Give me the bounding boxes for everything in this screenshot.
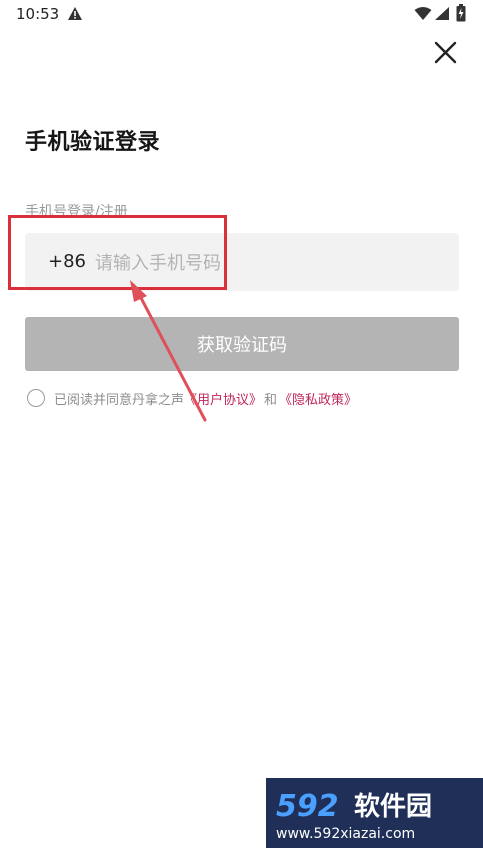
svg-text:软件园: 软件园	[354, 792, 432, 822]
annotation-arrow-icon	[130, 280, 207, 422]
svg-text:592: 592	[276, 789, 339, 824]
svg-text:www.592xiazai.com: www.592xiazai.com	[276, 826, 415, 842]
watermark-logo: 592 软件园 www.592xiazai.com	[266, 778, 483, 848]
